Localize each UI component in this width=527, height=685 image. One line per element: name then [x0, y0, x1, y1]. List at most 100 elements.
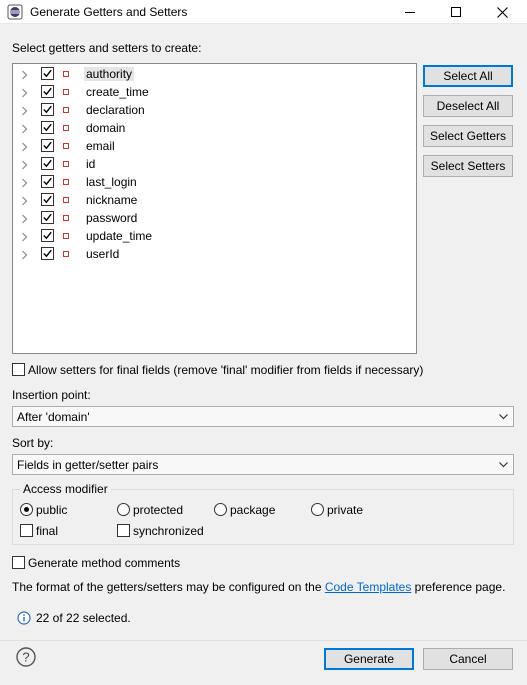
field-checkbox[interactable]	[41, 193, 54, 206]
svg-text:?: ?	[22, 650, 29, 665]
chevron-right-icon[interactable]	[21, 213, 29, 224]
allow-final-checkbox[interactable]	[12, 363, 25, 376]
field-checkbox[interactable]	[41, 229, 54, 242]
chevron-right-icon[interactable]	[21, 177, 29, 188]
field-name: nickname	[86, 193, 138, 207]
chevron-right-icon[interactable]	[21, 87, 29, 98]
private-field-icon	[63, 107, 69, 113]
format-note-before: The format of the getters/setters may be…	[12, 580, 325, 594]
chevron-right-icon[interactable]	[21, 195, 29, 206]
access-modifier-title: Access modifier	[20, 482, 111, 496]
private-radio[interactable]	[311, 503, 324, 516]
field-name: declaration	[86, 103, 145, 117]
eclipse-icon	[7, 4, 23, 20]
protected-label: protected	[133, 503, 184, 517]
footer-divider	[0, 640, 527, 641]
title-bar: Generate Getters and Setters	[0, 0, 527, 24]
field-row[interactable]: id	[13, 155, 416, 173]
field-checkbox[interactable]	[41, 139, 54, 152]
chevron-right-icon[interactable]	[21, 141, 29, 152]
chevron-right-icon[interactable]	[21, 123, 29, 134]
sort-by-label: Sort by:	[12, 436, 54, 450]
synchronized-label: synchronized	[133, 524, 204, 538]
field-row[interactable]: password	[13, 209, 416, 227]
field-checkbox[interactable]	[41, 175, 54, 188]
field-checkbox[interactable]	[41, 85, 54, 98]
field-name: id	[86, 157, 96, 171]
chevron-down-icon	[499, 414, 508, 420]
field-name: password	[86, 211, 138, 225]
generate-comments-label: Generate method comments	[28, 556, 181, 570]
format-note: The format of the getters/setters may be…	[12, 580, 505, 594]
insertion-point-select[interactable]: After 'domain'	[12, 406, 514, 427]
chevron-right-icon[interactable]	[21, 249, 29, 260]
close-button[interactable]	[479, 0, 525, 24]
insertion-point-value: After 'domain'	[17, 410, 90, 424]
field-row[interactable]: last_login	[13, 173, 416, 191]
field-checkbox[interactable]	[41, 103, 54, 116]
field-checkbox[interactable]	[41, 121, 54, 134]
field-name: last_login	[86, 175, 137, 189]
private-field-icon	[63, 233, 69, 239]
protected-radio[interactable]	[117, 503, 130, 516]
field-row[interactable]: authority	[13, 65, 416, 83]
sort-by-select[interactable]: Fields in getter/setter pairs	[12, 454, 514, 475]
field-row[interactable]: update_time	[13, 227, 416, 245]
instructions-label: Select getters and setters to create:	[12, 41, 202, 55]
private-field-icon	[63, 125, 69, 131]
field-checkbox[interactable]	[41, 211, 54, 224]
final-label: final	[36, 524, 59, 538]
synchronized-checkbox[interactable]	[117, 524, 130, 537]
final-checkbox[interactable]	[20, 524, 33, 537]
insertion-point-label: Insertion point:	[12, 388, 91, 402]
private-field-icon	[63, 89, 69, 95]
code-templates-link[interactable]: Code Templates	[325, 580, 412, 594]
selection-status: 22 of 22 selected.	[36, 611, 131, 625]
field-row[interactable]: nickname	[13, 191, 416, 209]
field-name: userId	[86, 247, 120, 261]
field-row[interactable]: email	[13, 137, 416, 155]
private-field-icon	[63, 161, 69, 167]
private-field-icon	[63, 251, 69, 257]
field-name: domain	[86, 121, 126, 135]
generate-comments-checkbox[interactable]	[12, 556, 25, 569]
format-note-after: preference page.	[411, 580, 506, 594]
chevron-right-icon[interactable]	[21, 159, 29, 170]
close-icon	[496, 6, 508, 18]
select-setters-button[interactable]: Select Setters	[423, 155, 513, 177]
maximize-button[interactable]	[433, 0, 479, 24]
help-icon[interactable]: ?	[16, 647, 36, 667]
field-checkbox[interactable]	[41, 247, 54, 260]
deselect-all-button[interactable]: Deselect All	[423, 95, 513, 117]
field-name: create_time	[86, 85, 149, 99]
maximize-icon	[451, 7, 461, 17]
chevron-down-icon	[499, 462, 508, 468]
select-all-button[interactable]: Select All	[423, 65, 513, 87]
cancel-button[interactable]: Cancel	[423, 648, 513, 670]
generate-button[interactable]: Generate	[324, 648, 414, 670]
field-row[interactable]: userId	[13, 245, 416, 263]
public-radio[interactable]	[20, 503, 33, 516]
field-checkbox[interactable]	[41, 157, 54, 170]
chevron-right-icon[interactable]	[21, 231, 29, 242]
field-row[interactable]: domain	[13, 119, 416, 137]
chevron-right-icon[interactable]	[21, 69, 29, 80]
allow-final-label: Allow setters for final fields (remove '…	[28, 363, 424, 377]
fields-tree[interactable]: authority create_time declaration domain ema…	[12, 63, 417, 354]
field-checkbox[interactable]	[41, 67, 54, 80]
minimize-icon	[405, 12, 415, 13]
select-getters-button[interactable]: Select Getters	[423, 125, 513, 147]
private-field-icon	[63, 143, 69, 149]
access-modifier-group	[12, 489, 514, 545]
public-label: public	[36, 503, 68, 517]
field-row[interactable]: create_time	[13, 83, 416, 101]
private-label: private	[327, 503, 364, 517]
package-radio[interactable]	[214, 503, 227, 516]
info-icon	[17, 611, 31, 625]
field-name: update_time	[86, 229, 153, 243]
minimize-button[interactable]	[387, 0, 433, 24]
chevron-right-icon[interactable]	[21, 105, 29, 116]
private-field-icon	[63, 179, 69, 185]
window-title: Generate Getters and Setters	[30, 5, 188, 19]
field-row[interactable]: declaration	[13, 101, 416, 119]
